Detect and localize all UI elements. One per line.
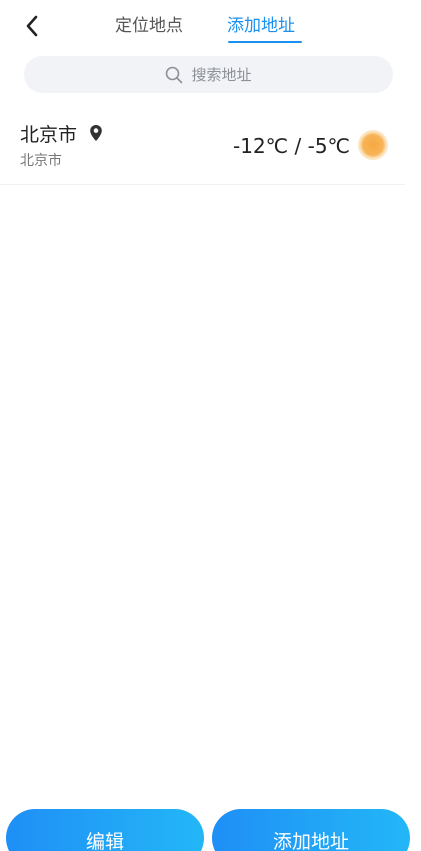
search-placeholder: 搜索地址 [191,66,252,84]
tab-add-address[interactable]: 添加地址 [227,14,295,38]
add-address-button-label: 添加地址 [272,831,349,851]
location-pin-icon [90,125,102,141]
header: 定位地点 添加地址 [0,0,421,52]
back-button[interactable] [18,12,46,40]
add-address-button[interactable]: 添加地址 [212,809,410,851]
edit-button-label: 编辑 [85,831,124,851]
city-name: 北京市 [20,124,78,146]
sun-icon [358,130,388,160]
edit-button[interactable]: 编辑 [6,809,204,851]
city-list-item[interactable]: 北京市 北京市 -12℃ / -5℃ [0,110,405,185]
chevron-left-icon [26,15,38,37]
tab-locate[interactable]: 定位地点 [115,14,183,38]
page: 定位地点 添加地址 搜索地址 北京市 北京市 -12℃ / -5℃ 编辑 添加地… [0,0,421,851]
search-icon [165,66,183,84]
temperature-range: -12℃ / -5℃ [233,134,350,158]
search-input[interactable]: 搜索地址 [24,56,393,93]
active-tab-indicator [228,41,302,43]
city-subtitle: 北京市 [20,153,62,169]
